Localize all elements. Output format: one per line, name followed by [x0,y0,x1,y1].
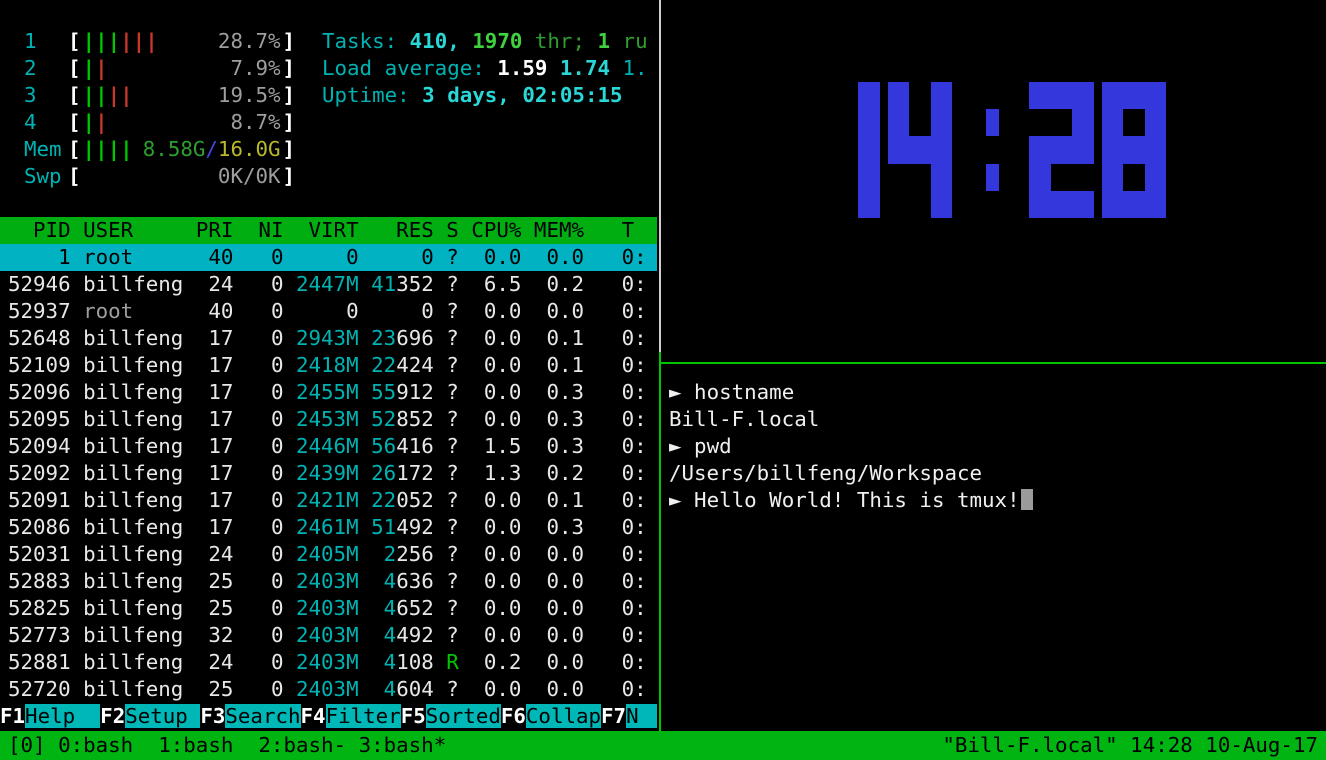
meter-mem: Mem[||||8.58G/16.0G] [0,136,657,163]
meter-4: 4[||8.7%] [0,109,657,136]
process-row[interactable]: 52096 billfeng 17 0 2455M 55912 ? 0.0 0.… [0,379,657,406]
process-row[interactable]: 52881 billfeng 24 0 2403M 4108 R 0.2 0.0… [0,649,657,676]
htop-info-line: Load average: 1.59 1.74 1. [322,55,648,82]
shell-pane[interactable]: ► hostnameBill-F.local► pwd/Users/billfe… [663,366,1326,731]
shell-output-line: Bill-F.local [669,406,1326,433]
terminal-cursor [1021,489,1033,510]
prompt-arrow-icon: ► [669,434,694,458]
process-table-body: 1 root 40 0 0 0 ? 0.0 0.0 0:52946 billfe… [0,244,657,703]
prompt-arrow-icon: ► [669,380,694,404]
process-row[interactable]: 52031 billfeng 24 0 2405M 2256 ? 0.0 0.0… [0,541,657,568]
process-row[interactable]: 52773 billfeng 32 0 2403M 4492 ? 0.0 0.0… [0,622,657,649]
clock-digit-2 [1029,82,1094,218]
tmux-window-list[interactable]: [0] 0:bash 1:bash 2:bash- 3:bash* [8,731,446,760]
pane-border-vertical-top [659,0,661,352]
process-row[interactable]: 52825 billfeng 25 0 2403M 4652 ? 0.0 0.0… [0,595,657,622]
pane-border-horizontal [661,362,1326,364]
process-row[interactable]: 52648 billfeng 17 0 2943M 23696 ? 0.0 0.… [0,325,657,352]
pane-border-vertical-bottom [659,352,661,731]
htop-pane: 1[||||||28.7%]2[||7.9%]3[||||19.5%]4[||8… [0,0,657,731]
process-row[interactable]: 52109 billfeng 17 0 2418M 22424 ? 0.0 0.… [0,352,657,379]
meter-swp: Swp[0K/0K] [0,163,657,190]
fkey-f2[interactable]: F2Setup [100,703,200,730]
process-row[interactable]: 52883 billfeng 25 0 2403M 4636 ? 0.0 0.0… [0,568,657,595]
clock-digit-4 [888,82,953,218]
process-row[interactable]: 52091 billfeng 17 0 2421M 22052 ? 0.0 0.… [0,487,657,514]
process-table-header[interactable]: PID USER PRI NI VIRT RES S CPU% MEM% T [0,217,657,244]
process-row[interactable]: 1 root 40 0 0 0 ? 0.0 0.0 0: [0,244,657,271]
clock-pane [663,0,1326,362]
shell-command-line: ► Hello World! This is tmux! [669,487,1326,514]
process-row[interactable]: 52086 billfeng 17 0 2461M 51492 ? 0.0 0.… [0,514,657,541]
process-row[interactable]: 52092 billfeng 17 0 2439M 26172 ? 1.3 0.… [0,460,657,487]
clock-digit-1 [815,82,880,218]
process-row[interactable]: 52946 billfeng 24 0 2447M 41352 ? 6.5 0.… [0,271,657,298]
htop-info-line: Tasks: 410, 1970 thr; 1 ru [322,28,648,55]
tmux-status-right: "Bill-F.local" 14:28 10-Aug-17 [942,731,1318,760]
tmux-status-bar: [0] 0:bash 1:bash 2:bash- 3:bash* "Bill-… [0,731,1326,760]
htop-info-line: Uptime: 3 days, 02:05:15 [322,82,648,109]
shell-output-line: /Users/billfeng/Workspace [669,460,1326,487]
process-row[interactable]: 52720 billfeng 25 0 2403M 4604 ? 0.0 0.0… [0,676,657,703]
fkey-f6[interactable]: F6Collap [501,703,601,730]
shell-command-line: ► hostname [669,379,1326,406]
htop-function-key-bar: F1Help F2Setup F3SearchF4FilterF5SortedF… [0,703,657,730]
process-row[interactable]: 52094 billfeng 17 0 2446M 56416 ? 1.5 0.… [0,433,657,460]
shell-command-line: ► pwd [669,433,1326,460]
fkey-f7[interactable]: F7N [601,703,657,730]
htop-spacer [0,190,657,217]
htop-info-column: Tasks: 410, 1970 thr; 1 ruLoad average: … [322,28,648,109]
tmux-screen: 1[||||||28.7%]2[||7.9%]3[||||19.5%]4[||8… [0,0,1326,760]
fkey-f3[interactable]: F3Search [200,703,300,730]
clock-colon [986,82,999,218]
htop-meters-section: 1[||||||28.7%]2[||7.9%]3[||||19.5%]4[||8… [0,0,657,190]
process-row[interactable]: 52937 root 40 0 0 0 ? 0.0 0.0 0: [0,298,657,325]
digital-clock [815,0,1174,362]
fkey-f4[interactable]: F4Filter [301,703,401,730]
prompt-arrow-icon: ► [669,488,694,512]
fkey-f1[interactable]: F1Help [0,703,100,730]
fkey-f5[interactable]: F5Sorted [401,703,501,730]
process-row[interactable]: 52095 billfeng 17 0 2453M 52852 ? 0.0 0.… [0,406,657,433]
clock-digit-8 [1102,82,1167,218]
shell-output: ► hostnameBill-F.local► pwd/Users/billfe… [663,366,1326,514]
